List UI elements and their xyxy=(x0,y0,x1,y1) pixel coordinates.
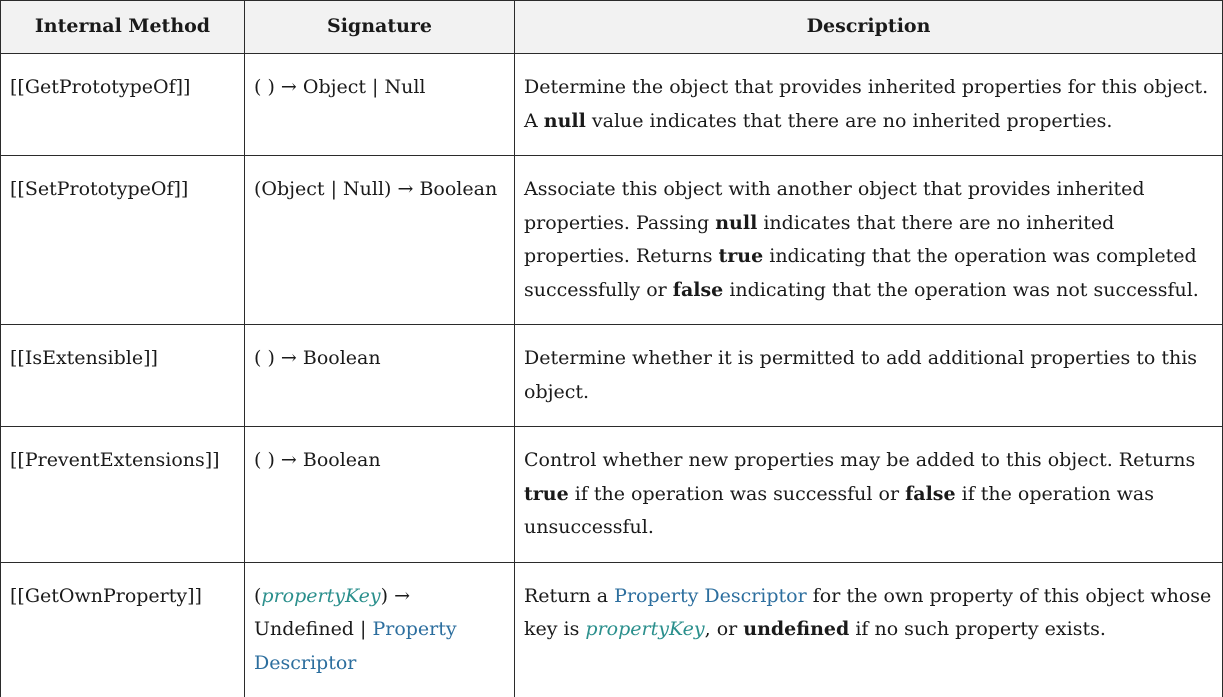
desc-text: indicating that the operation was not su… xyxy=(723,278,1199,301)
table-row: [[IsExtensible]] ( ) → Boolean Determine… xyxy=(0,324,1223,427)
table-row: [[GetPrototypeOf]] ( ) → Object | Null D… xyxy=(0,53,1223,156)
description-cell: Associate this object with another objec… xyxy=(514,155,1223,325)
description-cell: Return a Property Descriptor for the own… xyxy=(514,561,1223,697)
property-key-variable: propertyKey xyxy=(261,584,381,607)
keyword-false: false xyxy=(672,278,724,301)
signature-cell: (Object | Null) → Boolean xyxy=(244,155,515,325)
table-row: [[GetOwnProperty]] (propertyKey) → Undef… xyxy=(0,561,1223,697)
desc-text: value indicates that there are no inheri… xyxy=(585,109,1113,132)
property-key-variable: propertyKey xyxy=(585,618,705,640)
internal-methods-table: Internal Method Signature Description [[… xyxy=(0,0,1223,697)
method-cell: [[GetOwnProperty]] xyxy=(0,561,245,697)
keyword-true: true xyxy=(718,245,764,267)
signature-cell: ( ) → Boolean xyxy=(244,324,515,427)
method-cell: [[GetPrototypeOf]] xyxy=(0,53,245,156)
method-cell: [[PreventExtensions]] xyxy=(0,426,245,563)
table-row: [[SetPrototypeOf]] (Object | Null) → Boo… xyxy=(0,155,1223,325)
description-cell: Determine the object that provides inher… xyxy=(514,53,1223,156)
method-cell: [[IsExtensible]] xyxy=(0,324,245,427)
signature-cell: ( ) → Object | Null xyxy=(244,53,515,156)
desc-text: Control whether new properties may be ad… xyxy=(524,449,1196,471)
column-header-description: Description xyxy=(514,0,1223,54)
column-header-signature: Signature xyxy=(244,0,515,54)
desc-text: if no such property exists. xyxy=(849,618,1106,640)
signature-cell: (propertyKey) → Undefined | Property Des… xyxy=(244,561,515,697)
keyword-null: null xyxy=(715,211,758,234)
table-row: [[PreventExtensions]] ( ) → Boolean Cont… xyxy=(0,426,1223,563)
keyword-false: false xyxy=(905,482,956,505)
desc-text: if the operation was successful or xyxy=(568,482,906,505)
description-cell: Control whether new properties may be ad… xyxy=(514,426,1223,563)
property-descriptor-link[interactable]: Property Descriptor xyxy=(614,585,807,607)
desc-text: Return a xyxy=(524,584,615,607)
keyword-null: null xyxy=(543,109,586,132)
description-cell: Determine whether it is permitted to add… xyxy=(514,324,1223,427)
table-header-row: Internal Method Signature Description xyxy=(0,0,1223,54)
keyword-undefined: undefined xyxy=(743,618,850,640)
desc-text: , or xyxy=(704,618,744,640)
signature-cell: ( ) → Boolean xyxy=(244,426,515,563)
column-header-internal-method: Internal Method xyxy=(0,0,245,54)
desc-text: Determine whether it is permitted to add… xyxy=(524,347,1198,403)
method-cell: [[SetPrototypeOf]] xyxy=(0,155,245,325)
keyword-true: true xyxy=(524,482,569,505)
